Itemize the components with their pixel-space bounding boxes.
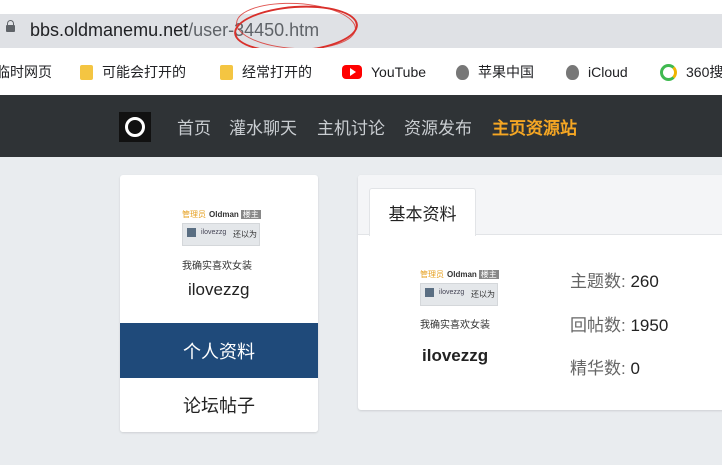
youtube-icon (342, 65, 362, 79)
bookmark-item[interactable]: 临时网页 (0, 62, 52, 82)
username: ilovezzg (188, 280, 250, 299)
circle-logo-icon (125, 117, 145, 137)
nav-chat[interactable]: 灌水聊天 (229, 114, 297, 139)
folder-icon (80, 64, 93, 80)
stat-replies: 回帖数: 1950 (570, 316, 669, 335)
bookmark-item[interactable]: iCloud (566, 62, 628, 82)
nav-console-discussion[interactable]: 主机讨论 (317, 114, 385, 139)
bookmark-folder[interactable]: 经常打开的 (220, 62, 312, 82)
bookmark-folder[interactable]: 可能会打开的 (80, 62, 186, 82)
nav-resource-site[interactable]: 主页资源站 (492, 114, 577, 139)
nav-home[interactable]: 首页 (177, 114, 211, 139)
nav-resource-release[interactable]: 资源发布 (404, 114, 472, 139)
username: ilovezzg (422, 346, 489, 365)
menu-forum-posts[interactable]: 论坛帖子 (120, 378, 318, 432)
profile-detail-panel: 基本资料 管理员 Oldman 楼主 ilovezzg 还以为 我确实喜欢女装 ilo… (358, 175, 722, 410)
user-badge-image: ilovezzg 还以为 (420, 283, 498, 306)
site-logo[interactable] (119, 112, 151, 142)
avatar (187, 228, 196, 237)
user-badge-header: 管理员 Oldman 楼主 (420, 270, 499, 279)
apple-icon (566, 64, 579, 80)
menu-profile[interactable]: 个人资料 (120, 323, 318, 378)
apple-icon (456, 64, 469, 80)
url-host: bbs.oldmanemu.net (30, 20, 189, 40)
bookmark-item[interactable]: 苹果中国 (456, 62, 534, 82)
user-motto: 我确实喜欢女装 (420, 320, 490, 331)
stat-topics: 主题数: 260 (570, 272, 659, 291)
lock-icon[interactable] (6, 20, 15, 32)
user-motto: 我确实喜欢女装 (182, 261, 252, 272)
user-badge-image: ilovezzg 还以为 (182, 223, 260, 246)
bookmark-item[interactable]: YouTube (342, 62, 426, 82)
user-badge-header: 管理员 Oldman 楼主 (182, 210, 261, 219)
bookmark-item[interactable]: 360搜 (660, 62, 722, 82)
avatar (425, 288, 434, 297)
stat-featured: 精华数: 0 (570, 359, 640, 378)
folder-icon (220, 64, 233, 80)
360-icon (660, 63, 677, 81)
tab-basic-info[interactable]: 基本资料 (369, 188, 476, 236)
profile-sidebar-card: 管理员 Oldman 楼主 ilovezzg 还以为 我确实喜欢女装 ilovezzg… (120, 175, 318, 432)
